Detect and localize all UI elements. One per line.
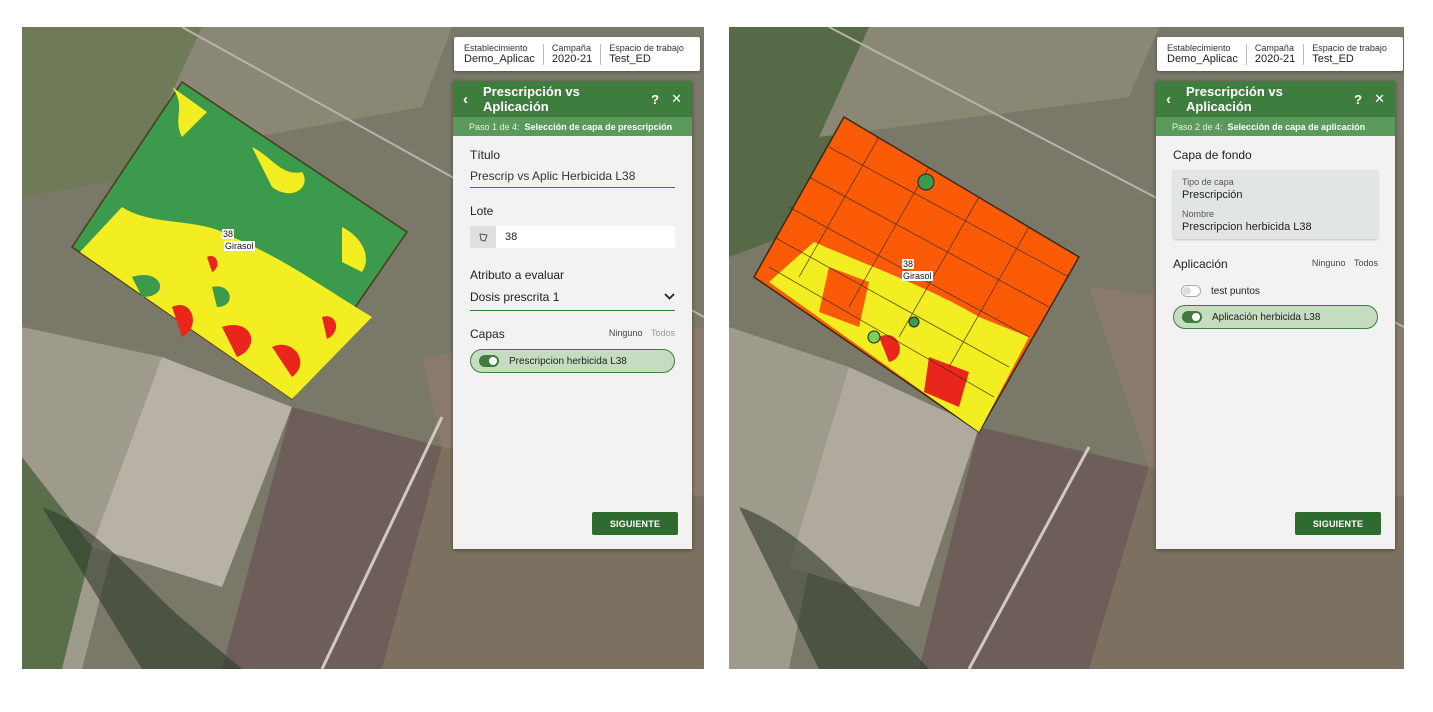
ninguno-link[interactable]: Ninguno [1312, 258, 1346, 268]
layer-toggle[interactable] [1181, 285, 1201, 297]
siguiente-button[interactable]: SIGUIENTE [1295, 512, 1381, 535]
panel-title: Prescripción vs Aplicación [483, 84, 580, 114]
establecimiento-label: Establecimiento [1167, 42, 1231, 53]
polygon-icon [470, 226, 496, 248]
context-bar[interactable]: Establecimiento Demo_Aplicac Campaña 202… [1157, 37, 1403, 71]
aplicacion-label: Aplicación [1173, 257, 1228, 271]
layer-label: test puntos [1211, 285, 1260, 297]
step-description: Selección de capa de aplicación [1227, 121, 1366, 132]
layer-chip-prescripcion[interactable]: Prescripcion herbicida L38 [470, 349, 675, 373]
step-number: Paso 1 de 4: [469, 121, 520, 132]
establecimiento-label: Establecimiento [464, 42, 528, 53]
espacio-label: Espacio de trabajo [609, 42, 684, 53]
back-icon[interactable]: ‹ [1166, 91, 1186, 108]
campana-selector[interactable]: Campaña 2020-21 [1245, 42, 1303, 65]
tipo-capa-label: Tipo de capa [1182, 177, 1234, 187]
map-screen-step2: 38 Girasol Establecimiento Demo_Aplicac … [729, 27, 1404, 669]
lote-field[interactable]: 38 [470, 226, 675, 248]
espacio-selector[interactable]: Espacio de trabajo Test_ED [1303, 42, 1395, 65]
wizard-panel: ‹ Prescripción vs Aplicación ? ✕ Paso 1 … [453, 81, 692, 549]
siguiente-button[interactable]: SIGUIENTE [592, 512, 678, 535]
capa-fondo-info: Tipo de capa Prescripción Nombre Prescri… [1173, 170, 1378, 239]
campana-selector[interactable]: Campaña 2020-21 [542, 42, 600, 65]
titulo-input[interactable]: Prescrip vs Aplic Herbicida L38 [470, 162, 675, 188]
help-icon[interactable]: ? [1354, 92, 1362, 107]
layer-label: Prescripcion herbicida L38 [509, 355, 627, 367]
lote-label: Lote [470, 204, 494, 218]
establecimiento-selector[interactable]: Establecimiento Demo_Aplicac [1165, 42, 1246, 65]
atributo-select[interactable]: Dosis prescrita 1 [470, 282, 675, 311]
campana-value: 2020-21 [551, 52, 593, 65]
back-icon[interactable]: ‹ [463, 91, 483, 108]
nombre-value: Prescripcion herbicida L38 [1182, 221, 1312, 233]
layer-label: Aplicación herbicida L38 [1212, 311, 1321, 323]
layer-toggle[interactable] [479, 355, 499, 367]
field-label-crop: Girasol [902, 271, 933, 281]
close-icon[interactable]: ✕ [671, 91, 682, 107]
map-screen-step1: 38 Girasol Establecimiento Demo_Aplicac … [22, 27, 704, 669]
campana-value: 2020-21 [1254, 52, 1296, 65]
establecimiento-value: Demo_Aplicac [464, 52, 535, 65]
capa-fondo-label: Capa de fondo [1173, 148, 1252, 162]
panel-title: Prescripción vs Aplicación [1186, 84, 1283, 114]
todos-link[interactable]: Todos [651, 328, 675, 338]
layer-chip-test-puntos[interactable]: test puntos [1173, 279, 1378, 303]
wizard-panel: ‹ Prescripción vs Aplicación ? ✕ Paso 2 … [1156, 81, 1395, 549]
layer-toggle[interactable] [1182, 311, 1202, 323]
panel-header: ‹ Prescripción vs Aplicación ? ✕ [453, 81, 692, 117]
nombre-label: Nombre [1182, 209, 1215, 219]
field-label-crop: Girasol [224, 241, 255, 251]
espacio-selector[interactable]: Espacio de trabajo Test_ED [600, 42, 692, 65]
todos-link[interactable]: Todos [1354, 258, 1378, 268]
establecimiento-selector[interactable]: Establecimiento Demo_Aplicac [462, 42, 543, 65]
step-description: Selección de capa de prescripción [524, 121, 673, 132]
titulo-label: Título [470, 148, 501, 162]
close-icon[interactable]: ✕ [1374, 91, 1385, 107]
step-indicator: Paso 2 de 4: Selección de capa de aplica… [1156, 117, 1395, 136]
tipo-capa-value: Prescripción [1182, 189, 1243, 201]
field-label-number: 38 [902, 259, 915, 269]
espacio-value: Test_ED [609, 52, 651, 65]
field-label-number: 38 [222, 229, 235, 239]
chevron-down-icon [664, 291, 675, 303]
espacio-label: Espacio de trabajo [1312, 42, 1387, 53]
lote-value: 38 [505, 231, 518, 243]
panel-header: ‹ Prescripción vs Aplicación ? ✕ [1156, 81, 1395, 117]
ninguno-link[interactable]: Ninguno [609, 328, 643, 338]
campana-label: Campaña [1254, 42, 1294, 53]
context-bar[interactable]: Establecimiento Demo_Aplicac Campaña 202… [454, 37, 700, 71]
campana-label: Campaña [551, 42, 591, 53]
step-number: Paso 2 de 4: [1172, 121, 1223, 132]
espacio-value: Test_ED [1312, 52, 1354, 65]
atributo-value: Dosis prescrita 1 [470, 290, 560, 304]
atributo-label: Atributo a evaluar [470, 268, 565, 282]
help-icon[interactable]: ? [651, 92, 659, 107]
step-indicator: Paso 1 de 4: Selección de capa de prescr… [453, 117, 692, 136]
capas-label: Capas [470, 327, 505, 341]
layer-chip-aplicacion[interactable]: Aplicación herbicida L38 [1173, 305, 1378, 329]
establecimiento-value: Demo_Aplicac [1167, 52, 1238, 65]
